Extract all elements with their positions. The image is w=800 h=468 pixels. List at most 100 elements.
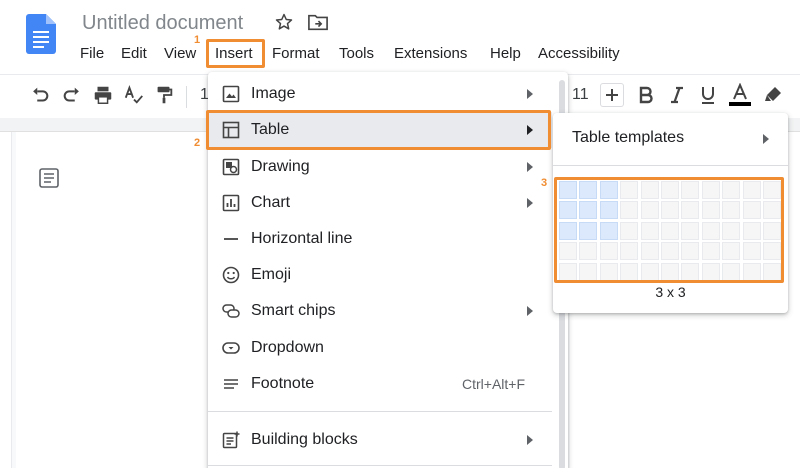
table-grid-cell[interactable] xyxy=(579,201,598,220)
table-grid-cell[interactable] xyxy=(620,181,639,199)
table-grid-cell[interactable] xyxy=(763,262,781,281)
table-templates-item[interactable]: Table templates xyxy=(572,129,684,147)
table-grid-cell[interactable] xyxy=(722,262,741,281)
spellcheck-icon[interactable] xyxy=(122,83,146,107)
redo-icon[interactable] xyxy=(60,83,84,107)
menu-item-horizontal-line[interactable]: Horizontal line xyxy=(208,221,552,257)
table-grid-cell[interactable] xyxy=(640,201,659,220)
table-grid-cell[interactable] xyxy=(722,242,741,261)
table-grid-cell[interactable] xyxy=(763,181,781,199)
menu-file[interactable]: File xyxy=(80,44,104,64)
print-icon[interactable] xyxy=(91,83,115,107)
table-grid-cell[interactable] xyxy=(599,242,618,261)
footnote-shortcut: Ctrl+Alt+F xyxy=(462,376,526,392)
menu-item-chart[interactable]: Chart xyxy=(208,185,552,221)
move-folder-icon[interactable] xyxy=(308,13,328,31)
menu-insert[interactable]: Insert xyxy=(215,44,253,64)
step-marker-3: 3 xyxy=(541,177,548,189)
table-grid-cell[interactable] xyxy=(559,242,577,261)
underline-icon[interactable] xyxy=(696,83,720,107)
table-grid-cell[interactable] xyxy=(599,221,618,240)
increase-font-size-icon[interactable] xyxy=(600,83,624,107)
table-grid-cell[interactable] xyxy=(681,201,700,220)
table-grid-cell[interactable] xyxy=(559,262,577,281)
highlight-color-icon[interactable] xyxy=(761,83,785,107)
table-grid-cell[interactable] xyxy=(661,201,679,220)
table-grid-cell[interactable] xyxy=(742,181,761,199)
table-grid-cell[interactable] xyxy=(559,221,577,240)
table-grid-cell[interactable] xyxy=(620,242,639,261)
table-grid-cell[interactable] xyxy=(722,181,741,199)
smart-chips-icon xyxy=(222,304,240,318)
font-size-input[interactable]: 11 xyxy=(572,86,589,104)
table-grid-cell[interactable] xyxy=(661,262,679,281)
table-grid-cell[interactable] xyxy=(640,181,659,199)
submenu-arrow-icon xyxy=(763,134,769,144)
google-docs-logo[interactable] xyxy=(26,14,56,54)
menu-item-image[interactable]: Image xyxy=(208,76,552,112)
table-grid-cell[interactable] xyxy=(620,262,639,281)
menu-item-drawing[interactable]: Drawing xyxy=(208,149,552,185)
table-size-label: 3 x 3 xyxy=(655,284,686,300)
table-size-grid[interactable] xyxy=(559,181,781,281)
table-grid-cell[interactable] xyxy=(640,242,659,261)
table-grid-cell[interactable] xyxy=(701,262,720,281)
table-grid-cell[interactable] xyxy=(599,262,618,281)
menu-item-table[interactable]: Table xyxy=(208,112,552,148)
table-grid-cell[interactable] xyxy=(722,201,741,220)
menu-item-smart-chips[interactable]: Smart chips xyxy=(208,293,552,329)
menu-item-dropdown[interactable]: Dropdown xyxy=(208,330,552,366)
menu-accessibility[interactable]: Accessibility xyxy=(538,44,620,64)
menu-item-label: Chart xyxy=(251,194,291,211)
table-grid-cell[interactable] xyxy=(742,242,761,261)
star-icon[interactable] xyxy=(274,12,294,32)
table-grid-cell[interactable] xyxy=(742,201,761,220)
table-grid-cell[interactable] xyxy=(579,262,598,281)
table-grid-cell[interactable] xyxy=(722,221,741,240)
table-grid-cell[interactable] xyxy=(661,221,679,240)
table-grid-cell[interactable] xyxy=(559,181,577,199)
table-grid-cell[interactable] xyxy=(620,201,639,220)
menu-format[interactable]: Format xyxy=(272,44,320,64)
table-grid-cell[interactable] xyxy=(661,242,679,261)
table-grid-cell[interactable] xyxy=(661,181,679,199)
table-grid-cell[interactable] xyxy=(763,242,781,261)
table-grid-cell[interactable] xyxy=(681,262,700,281)
table-grid-cell[interactable] xyxy=(559,201,577,220)
document-title[interactable]: Untitled document xyxy=(82,12,243,35)
vertical-ruler[interactable] xyxy=(0,132,12,468)
table-grid-cell[interactable] xyxy=(701,181,720,199)
paint-format-icon[interactable] xyxy=(152,83,176,107)
table-grid-cell[interactable] xyxy=(599,201,618,220)
undo-icon[interactable] xyxy=(28,83,52,107)
text-color-icon[interactable] xyxy=(728,83,752,107)
table-grid-cell[interactable] xyxy=(742,221,761,240)
table-grid-cell[interactable] xyxy=(763,221,781,240)
table-grid-cell[interactable] xyxy=(599,181,618,199)
italic-icon[interactable] xyxy=(665,83,689,107)
table-grid-cell[interactable] xyxy=(579,181,598,199)
menu-item-footnote[interactable]: Footnote Ctrl+Alt+F xyxy=(208,366,552,402)
table-grid-cell[interactable] xyxy=(620,221,639,240)
menu-tools[interactable]: Tools xyxy=(339,44,374,64)
document-outline-icon[interactable] xyxy=(38,167,60,189)
menu-view[interactable]: View xyxy=(164,44,196,64)
table-grid-cell[interactable] xyxy=(579,221,598,240)
menu-item-building-blocks[interactable]: Building blocks xyxy=(208,422,552,458)
table-grid-cell[interactable] xyxy=(701,221,720,240)
table-grid-cell[interactable] xyxy=(742,262,761,281)
table-grid-cell[interactable] xyxy=(640,221,659,240)
table-grid-cell[interactable] xyxy=(701,242,720,261)
table-grid-cell[interactable] xyxy=(681,221,700,240)
menu-extensions[interactable]: Extensions xyxy=(394,44,467,64)
menu-item-emoji[interactable]: Emoji xyxy=(208,257,552,293)
table-grid-cell[interactable] xyxy=(681,181,700,199)
table-grid-cell[interactable] xyxy=(701,201,720,220)
table-grid-cell[interactable] xyxy=(579,242,598,261)
menu-help[interactable]: Help xyxy=(490,44,521,64)
bold-icon[interactable] xyxy=(634,83,658,107)
table-grid-cell[interactable] xyxy=(640,262,659,281)
table-grid-cell[interactable] xyxy=(681,242,700,261)
table-grid-cell[interactable] xyxy=(763,201,781,220)
menu-edit[interactable]: Edit xyxy=(121,44,147,64)
